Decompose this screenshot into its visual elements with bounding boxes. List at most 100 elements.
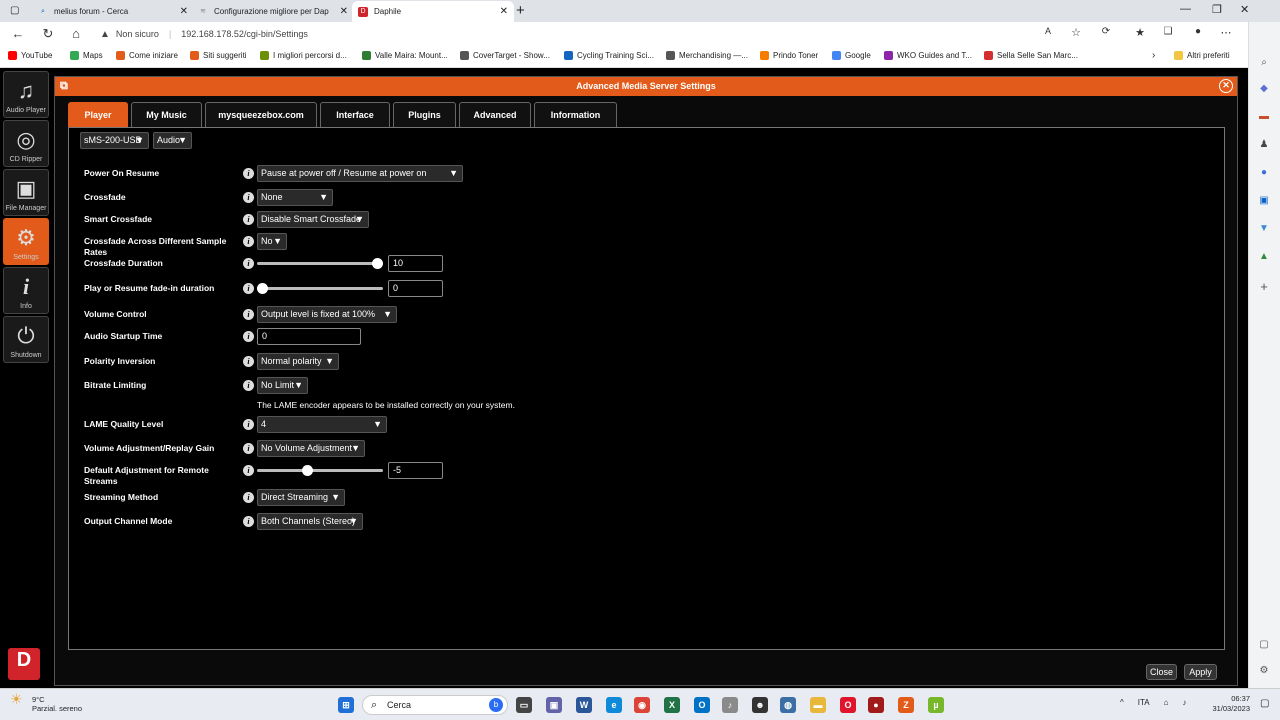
favorite-icon[interactable]: ☆	[1068, 26, 1084, 39]
bookmark-merchandising[interactable]: Merchandising —...	[666, 51, 748, 60]
info-icon[interactable]: i	[243, 443, 254, 454]
alien-icon[interactable]: ☻	[752, 697, 768, 713]
browser-tab-3[interactable]: D Daphile ✕	[352, 1, 514, 22]
bookmark-valle-maira[interactable]: Valle Maira: Mount...	[362, 51, 448, 60]
polarity-inversion-select[interactable]: Normal polarity ▼	[257, 353, 339, 370]
info-icon[interactable]: i	[243, 380, 254, 391]
settings-icon[interactable]: ⚙	[1257, 664, 1271, 678]
bookmark-siti-suggeriti[interactable]: Siti suggeriti	[190, 51, 247, 60]
crossfade-sample-rates-select[interactable]: No ▼	[257, 233, 287, 250]
chat-icon[interactable]: ▣	[546, 697, 562, 713]
back-icon[interactable]: ←	[10, 26, 26, 41]
power-on-resume-select[interactable]: Pause at power off / Resume at power on ▼	[257, 165, 463, 182]
nav-shutdown[interactable]: ⏻ Shutdown	[3, 316, 49, 363]
slider-handle[interactable]	[301, 465, 313, 476]
info-icon[interactable]: i	[243, 168, 254, 179]
network-icon[interactable]: ⌂	[1164, 698, 1169, 707]
bookmark-google[interactable]: Google	[832, 51, 871, 60]
tag-icon[interactable]: ◆	[1257, 82, 1271, 96]
smart-crossfade-select[interactable]: Disable Smart Crossfade ▼	[257, 211, 369, 228]
drop-icon[interactable]: ▼	[1257, 222, 1271, 236]
bitrate-limiting-select[interactable]: No Limit ▼	[257, 377, 308, 394]
bookmark-covertarget[interactable]: CoverTarget - Show...	[460, 51, 550, 60]
browser-tab-2[interactable]: ≋ Configurazione migliore per Dap ✕	[192, 1, 354, 22]
crossfade-select[interactable]: None ▼	[257, 189, 333, 206]
remote-stream-adjust-input[interactable]: -5	[388, 462, 443, 479]
info-icon[interactable]: i	[243, 258, 254, 269]
replay-gain-select[interactable]: No Volume Adjustment ▼	[257, 440, 365, 457]
slider-handle[interactable]	[257, 283, 268, 294]
remote-stream-adjust-slider[interactable]	[257, 465, 383, 476]
tab-actions-icon[interactable]: ▢	[10, 5, 19, 16]
read-aloud-icon[interactable]: A	[1040, 26, 1056, 36]
torrent-icon[interactable]: µ	[928, 697, 944, 713]
nav-settings[interactable]: ⚙ Settings	[3, 218, 49, 265]
favorites-icon[interactable]: ★	[1132, 26, 1148, 39]
apply-button[interactable]: Apply	[1184, 664, 1217, 680]
crossfade-duration-input[interactable]: 10	[388, 255, 443, 272]
slider-handle[interactable]	[372, 258, 383, 269]
info-icon[interactable]: i	[243, 356, 254, 367]
volume-control-select[interactable]: Output level is fixed at 100% ▼	[257, 306, 397, 323]
home-icon[interactable]: ⌂	[68, 26, 84, 41]
taskbar-search[interactable]: ⌕ Cerca b	[362, 695, 508, 715]
info-icon[interactable]: i	[243, 492, 254, 503]
app-icon[interactable]: ♪	[722, 697, 738, 713]
bookmark-sella[interactable]: Sella Selle San Marc...	[984, 51, 1078, 60]
window-close-icon[interactable]: ✕	[1240, 3, 1249, 16]
nav-file-manager[interactable]: ▣ File Manager	[3, 169, 49, 216]
info-icon[interactable]: i	[243, 309, 254, 320]
more-icon[interactable]: ⋯	[1218, 26, 1234, 39]
chevron-up-icon[interactable]: ^	[1120, 698, 1124, 707]
popout-icon[interactable]: ⧉	[60, 80, 68, 93]
crossfade-duration-slider[interactable]	[257, 258, 383, 269]
chess-icon[interactable]: ♟	[1257, 138, 1271, 152]
browser-tab-1[interactable]: ⌕ melius forum - Cerca ✕	[32, 1, 194, 22]
new-tab-button[interactable]: +	[516, 2, 525, 19]
close-button[interactable]: Close	[1146, 664, 1177, 680]
minimize-icon[interactable]: —	[1180, 3, 1191, 15]
folder-icon[interactable]: ▬	[810, 697, 826, 713]
info-icon[interactable]: i	[243, 516, 254, 527]
bookmark-maps[interactable]: Maps	[70, 51, 103, 60]
bookmark-youtube[interactable]: YouTube	[8, 51, 52, 60]
reload-icon[interactable]: ↻	[40, 26, 56, 42]
weather-widget[interactable]: ☀ 9°C Parzial. sereno	[10, 692, 82, 713]
tab-information[interactable]: Information	[534, 102, 617, 127]
word-icon[interactable]: W	[576, 697, 592, 713]
bookmark-folder-altri[interactable]: Altri preferiti	[1174, 51, 1230, 60]
info-icon[interactable]: i	[243, 214, 254, 225]
close-icon[interactable]: ✕	[1219, 79, 1233, 93]
app-red-icon[interactable]: ●	[868, 697, 884, 713]
add-icon[interactable]: +	[1257, 280, 1271, 294]
streaming-method-select[interactable]: Direct Streaming ▼	[257, 489, 345, 506]
split-icon[interactable]: ▢	[1257, 638, 1271, 652]
edge-icon[interactable]: e	[606, 697, 622, 713]
tab-my-music[interactable]: My Music	[131, 102, 202, 127]
fade-in-duration-slider[interactable]	[257, 283, 383, 294]
info-icon[interactable]: i	[243, 331, 254, 342]
task-view-icon[interactable]: ▭	[516, 697, 532, 713]
excel-icon[interactable]: X	[664, 697, 680, 713]
collections-icon[interactable]: ❏	[1160, 26, 1176, 37]
nav-audio-player[interactable]: ♫ Audio Player	[3, 71, 49, 118]
close-icon[interactable]: ✕	[340, 6, 348, 17]
audio-startup-time-input[interactable]: 0	[257, 328, 361, 345]
output-channel-select[interactable]: Both Channels (Stereo) ▼	[257, 513, 363, 530]
opera-icon[interactable]: O	[840, 697, 856, 713]
fade-in-duration-input[interactable]: 0	[388, 280, 443, 297]
extensions-icon[interactable]: ⟳	[1098, 26, 1114, 37]
bookmark-wko[interactable]: WKO Guides and T...	[884, 51, 972, 60]
office-icon[interactable]: ●	[1257, 166, 1271, 180]
outlook-icon[interactable]: O	[694, 697, 710, 713]
outlook-icon[interactable]: ▣	[1257, 194, 1271, 208]
info-icon[interactable]: i	[243, 419, 254, 430]
bookmark-prindo[interactable]: Prindo Toner	[760, 51, 818, 60]
info-icon[interactable]: i	[243, 465, 254, 476]
tab-advanced[interactable]: Advanced	[459, 102, 531, 127]
info-icon[interactable]: i	[243, 236, 254, 247]
language-indicator[interactable]: ITA	[1138, 698, 1150, 707]
nav-cd-ripper[interactable]: ◎ CD Ripper	[3, 120, 49, 167]
system-clock[interactable]: 06:37 31/03/2023	[1208, 694, 1250, 714]
info-icon[interactable]: i	[243, 192, 254, 203]
